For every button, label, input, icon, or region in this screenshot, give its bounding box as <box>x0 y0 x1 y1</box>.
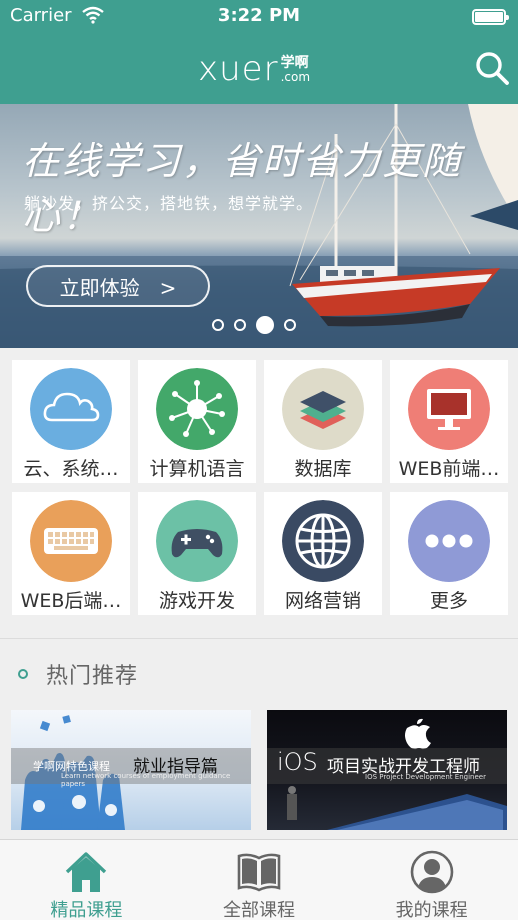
category-label: 计算机语言 <box>149 458 245 480</box>
tab-label: 精品课程 <box>50 900 123 920</box>
bullet-ring-icon <box>18 669 28 679</box>
search-icon[interactable] <box>474 50 510 86</box>
category-programming[interactable]: 计算机语言 <box>138 360 256 483</box>
try-now-button[interactable]: 立即体验 > <box>26 265 210 307</box>
user-avatar-icon <box>410 850 453 894</box>
page-dot-4[interactable] <box>284 319 296 331</box>
status-bar: Carrier 3:22 PM <box>0 0 518 32</box>
monitor-icon <box>408 368 490 450</box>
home-icon <box>66 852 107 892</box>
page-dot-2[interactable] <box>234 319 246 331</box>
category-web-backend[interactable]: WEB后端… <box>12 492 130 615</box>
globe-icon <box>282 500 364 582</box>
page-dot-1[interactable] <box>212 319 224 331</box>
promo-banner[interactable]: 在线学习，省时省力更随心！ 躺沙发，挤公交，搭地铁，想学就学。 立即体验 > <box>0 104 518 348</box>
banner-headline: 在线学习，省时省力更随心！ <box>22 139 463 238</box>
section-title: 热门推荐 <box>46 664 139 689</box>
category-online-marketing[interactable]: 网络营销 <box>264 492 382 615</box>
category-label: 云、系统… <box>23 458 119 480</box>
section-header-hot: 热门推荐 <box>18 658 138 690</box>
card-brand: iOS <box>277 748 318 776</box>
app-root: Carrier 3:22 PM xuer 学啊 .com 在线学习，省时省力更随… <box>0 0 518 920</box>
card-fine-print: IOS Project Development Engineer <box>365 773 486 781</box>
app-logo: xuer 学啊 .com <box>198 46 310 86</box>
logo-cn-text: 学啊 <box>280 55 309 71</box>
tab-featured-courses[interactable]: 精品课程 <box>0 840 173 920</box>
section-divider <box>0 638 518 639</box>
database-layers-icon <box>282 368 364 450</box>
tab-label: 我的课程 <box>395 900 468 920</box>
course-card-employment[interactable]: 学啊网特色课程 就业指导篇 Learn network courses of e… <box>11 710 251 830</box>
category-label: WEB前端… <box>398 458 500 480</box>
category-more[interactable]: 更多 <box>390 492 508 615</box>
book-icon <box>237 853 281 892</box>
banner-subtitle: 躺沙发，挤公交，搭地铁，想学就学。 <box>24 194 314 213</box>
category-game-dev[interactable]: 游戏开发 <box>138 492 256 615</box>
logo-domain-text: .com <box>280 70 311 84</box>
page-indicator[interactable] <box>212 316 296 334</box>
page-dot-3[interactable] <box>256 316 274 334</box>
category-grid: 云、系统… 计算机语言 数据库 WEB前端… WEB后端… 游戏开发 网络营销 … <box>12 360 508 615</box>
card-fine-print: Learn network courses of employment guid… <box>61 772 231 788</box>
gamepad-icon <box>156 500 238 582</box>
tab-my-courses[interactable]: 我的课程 <box>345 840 518 920</box>
category-cloud-system[interactable]: 云、系统… <box>12 360 130 483</box>
category-label: 网络营销 <box>284 590 361 612</box>
network-node-icon <box>156 368 238 450</box>
category-web-frontend[interactable]: WEB前端… <box>390 360 508 483</box>
category-label: 数据库 <box>294 458 352 480</box>
category-label: 游戏开发 <box>158 590 235 612</box>
logo-text: xuer <box>198 49 279 89</box>
cloud-icon <box>30 368 112 450</box>
more-dots-icon <box>408 500 490 582</box>
category-label: WEB后端… <box>20 590 122 612</box>
keyboard-icon <box>30 500 112 582</box>
clock: 3:22 PM <box>217 5 301 26</box>
tab-label: 全部课程 <box>223 900 295 920</box>
battery-icon <box>472 9 509 25</box>
course-card-ios[interactable]: iOS 项目实战开发工程师 IOS Project Development En… <box>267 710 507 830</box>
tab-all-courses[interactable]: 全部课程 <box>173 840 346 920</box>
top-bar: Carrier 3:22 PM xuer 学啊 .com <box>0 0 518 104</box>
category-label: 更多 <box>429 590 468 612</box>
tab-bar: 精品课程 全部课程 我的课程 <box>0 839 518 920</box>
category-database[interactable]: 数据库 <box>264 360 382 483</box>
